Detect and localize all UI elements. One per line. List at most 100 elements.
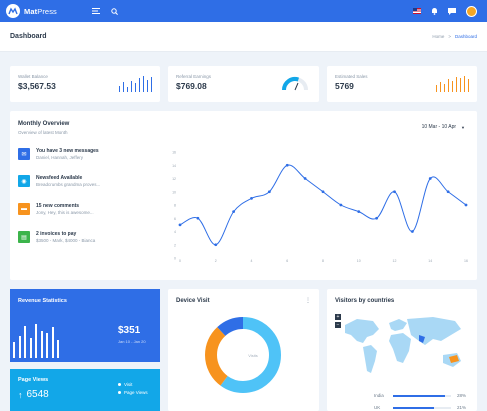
data-point[interactable] bbox=[410, 230, 414, 233]
sparkline-bar bbox=[150, 77, 152, 92]
data-point[interactable] bbox=[250, 196, 253, 200]
legend-item: Page Views bbox=[118, 389, 148, 397]
sparkline-bar bbox=[467, 79, 469, 92]
gauge-needle bbox=[294, 82, 299, 91]
x-tick-label: 8 bbox=[322, 259, 324, 263]
comment-icon: ▬ bbox=[18, 203, 30, 215]
revenue-bar bbox=[24, 325, 26, 358]
revenue-bar bbox=[46, 332, 48, 358]
visitors-by-countries-card: Visitors by countries + − bbox=[327, 289, 477, 411]
revenue-bar bbox=[29, 338, 32, 358]
data-point[interactable] bbox=[375, 216, 379, 220]
message-icon[interactable] bbox=[448, 2, 456, 20]
data-point[interactable] bbox=[446, 190, 450, 194]
user-avatar[interactable] bbox=[466, 5, 477, 17]
stat-value: $3,567.53 bbox=[18, 81, 56, 91]
data-point[interactable] bbox=[428, 177, 432, 180]
page-views-legend: Visit Page Views bbox=[118, 381, 148, 397]
data-point[interactable] bbox=[196, 216, 200, 220]
sparkline-bar bbox=[443, 84, 445, 92]
estimated-sales-card: Estimated Sales 5769 bbox=[327, 66, 477, 102]
x-tick-label: 6 bbox=[286, 259, 288, 263]
bell-icon[interactable] bbox=[431, 2, 438, 20]
map-europe[interactable] bbox=[389, 319, 407, 331]
y-tick-label: 12 bbox=[172, 177, 176, 181]
country-percent: 28% bbox=[457, 393, 467, 398]
country-row-india: India bbox=[374, 393, 384, 398]
invoice-icon: ▤ bbox=[18, 231, 30, 243]
map-south-america[interactable] bbox=[363, 345, 377, 373]
sparkline-bar bbox=[146, 79, 148, 92]
data-point[interactable] bbox=[232, 210, 236, 214]
sparkline-bar bbox=[118, 85, 120, 92]
monthly-overview-subtitle: Overview of latest Month bbox=[18, 130, 68, 135]
sparkline-bar bbox=[455, 77, 457, 92]
y-tick-label: 0 bbox=[174, 257, 176, 261]
arrow-up-icon: ↑ bbox=[18, 389, 23, 400]
sparkline-bar bbox=[451, 80, 453, 92]
top-navbar: MatPress bbox=[0, 0, 487, 22]
data-point[interactable] bbox=[321, 190, 325, 194]
sales-sparkline bbox=[435, 76, 469, 92]
stat-value: $769.08 bbox=[176, 81, 207, 91]
x-tick-label: 2 bbox=[215, 259, 217, 263]
stat-value: 5769 bbox=[335, 81, 354, 91]
data-point[interactable] bbox=[393, 190, 396, 194]
monthly-overview-title: Monthly Overview bbox=[18, 121, 70, 127]
list-item[interactable]: ▤ 2 invoices to pay $3500 - Mark, $4000 -… bbox=[18, 231, 95, 244]
data-point[interactable] bbox=[357, 210, 361, 214]
data-point[interactable] bbox=[285, 163, 289, 167]
revenue-bars bbox=[13, 322, 59, 358]
wallet-balance-card: Wallet Balance $3,567.53 bbox=[10, 66, 160, 102]
series-line bbox=[179, 164, 467, 246]
data-point[interactable] bbox=[303, 177, 307, 180]
map-africa[interactable] bbox=[389, 333, 411, 363]
sparkline-bar bbox=[142, 76, 144, 92]
us-flag-icon[interactable] bbox=[413, 8, 421, 14]
breadcrumb-current: Dashboard bbox=[454, 34, 477, 39]
map-north-america[interactable] bbox=[345, 319, 379, 343]
revenue-bar bbox=[40, 331, 43, 358]
world-map[interactable] bbox=[333, 311, 473, 381]
list-item[interactable]: ▬ 15 new comments Jony, Hey, this is awes… bbox=[18, 203, 94, 216]
sparkline-bar bbox=[463, 76, 465, 92]
list-item[interactable]: ✉ You have 3 new messages Daniel, Hannah,… bbox=[18, 148, 99, 161]
page-views-value: ↑ 6548 bbox=[18, 389, 49, 400]
more-vertical-icon[interactable]: ⋮ bbox=[305, 297, 311, 304]
date-range-select[interactable]: 10 Mar - 10 Apr ▼ bbox=[422, 124, 465, 130]
brand-name: MatPress bbox=[24, 6, 57, 16]
sparkline-bar bbox=[126, 87, 128, 92]
data-point[interactable] bbox=[339, 203, 343, 207]
brand[interactable]: MatPress bbox=[0, 4, 86, 18]
sparkline-bar bbox=[122, 82, 124, 92]
list-item[interactable]: ◉ Newsfeed Available Breadcrumbs grandma … bbox=[18, 175, 100, 188]
data-point[interactable] bbox=[178, 223, 182, 227]
x-tick-label: 16 bbox=[464, 259, 468, 263]
revenue-value: $351 bbox=[118, 325, 141, 336]
breadcrumb-home[interactable]: Home bbox=[432, 34, 444, 39]
device-visit-title: Device Visit bbox=[176, 298, 210, 304]
revenue-bar bbox=[13, 341, 15, 358]
rss-icon: ◉ bbox=[18, 175, 30, 187]
page-header: Dashboard Home > Dashboard bbox=[0, 22, 487, 52]
hamburger-menu-icon[interactable] bbox=[92, 8, 100, 14]
y-tick-label: 6 bbox=[174, 217, 176, 221]
sparkline-bar bbox=[459, 78, 461, 92]
sparkline-bar bbox=[439, 81, 441, 92]
y-tick-label: 8 bbox=[174, 204, 176, 208]
map-asia[interactable] bbox=[407, 317, 461, 345]
visitors-title: Visitors by countries bbox=[335, 298, 395, 304]
data-point[interactable] bbox=[267, 190, 271, 194]
y-tick-label: 4 bbox=[174, 230, 176, 234]
page-title: Dashboard bbox=[10, 33, 47, 40]
revenue-date: Jan 10 - Jan 20 bbox=[118, 339, 146, 344]
data-point[interactable] bbox=[464, 203, 468, 207]
data-point[interactable] bbox=[214, 243, 218, 247]
donut-center-label: Visits bbox=[248, 353, 258, 358]
x-tick-label: 0 bbox=[179, 259, 181, 263]
revenue-bar bbox=[57, 340, 59, 358]
search-icon[interactable] bbox=[111, 7, 118, 15]
y-tick-label: 2 bbox=[174, 243, 176, 247]
page-views-card: Page Views ↑ 6548 Visit Page Views bbox=[10, 369, 160, 411]
country-percent: 21% bbox=[457, 405, 467, 410]
